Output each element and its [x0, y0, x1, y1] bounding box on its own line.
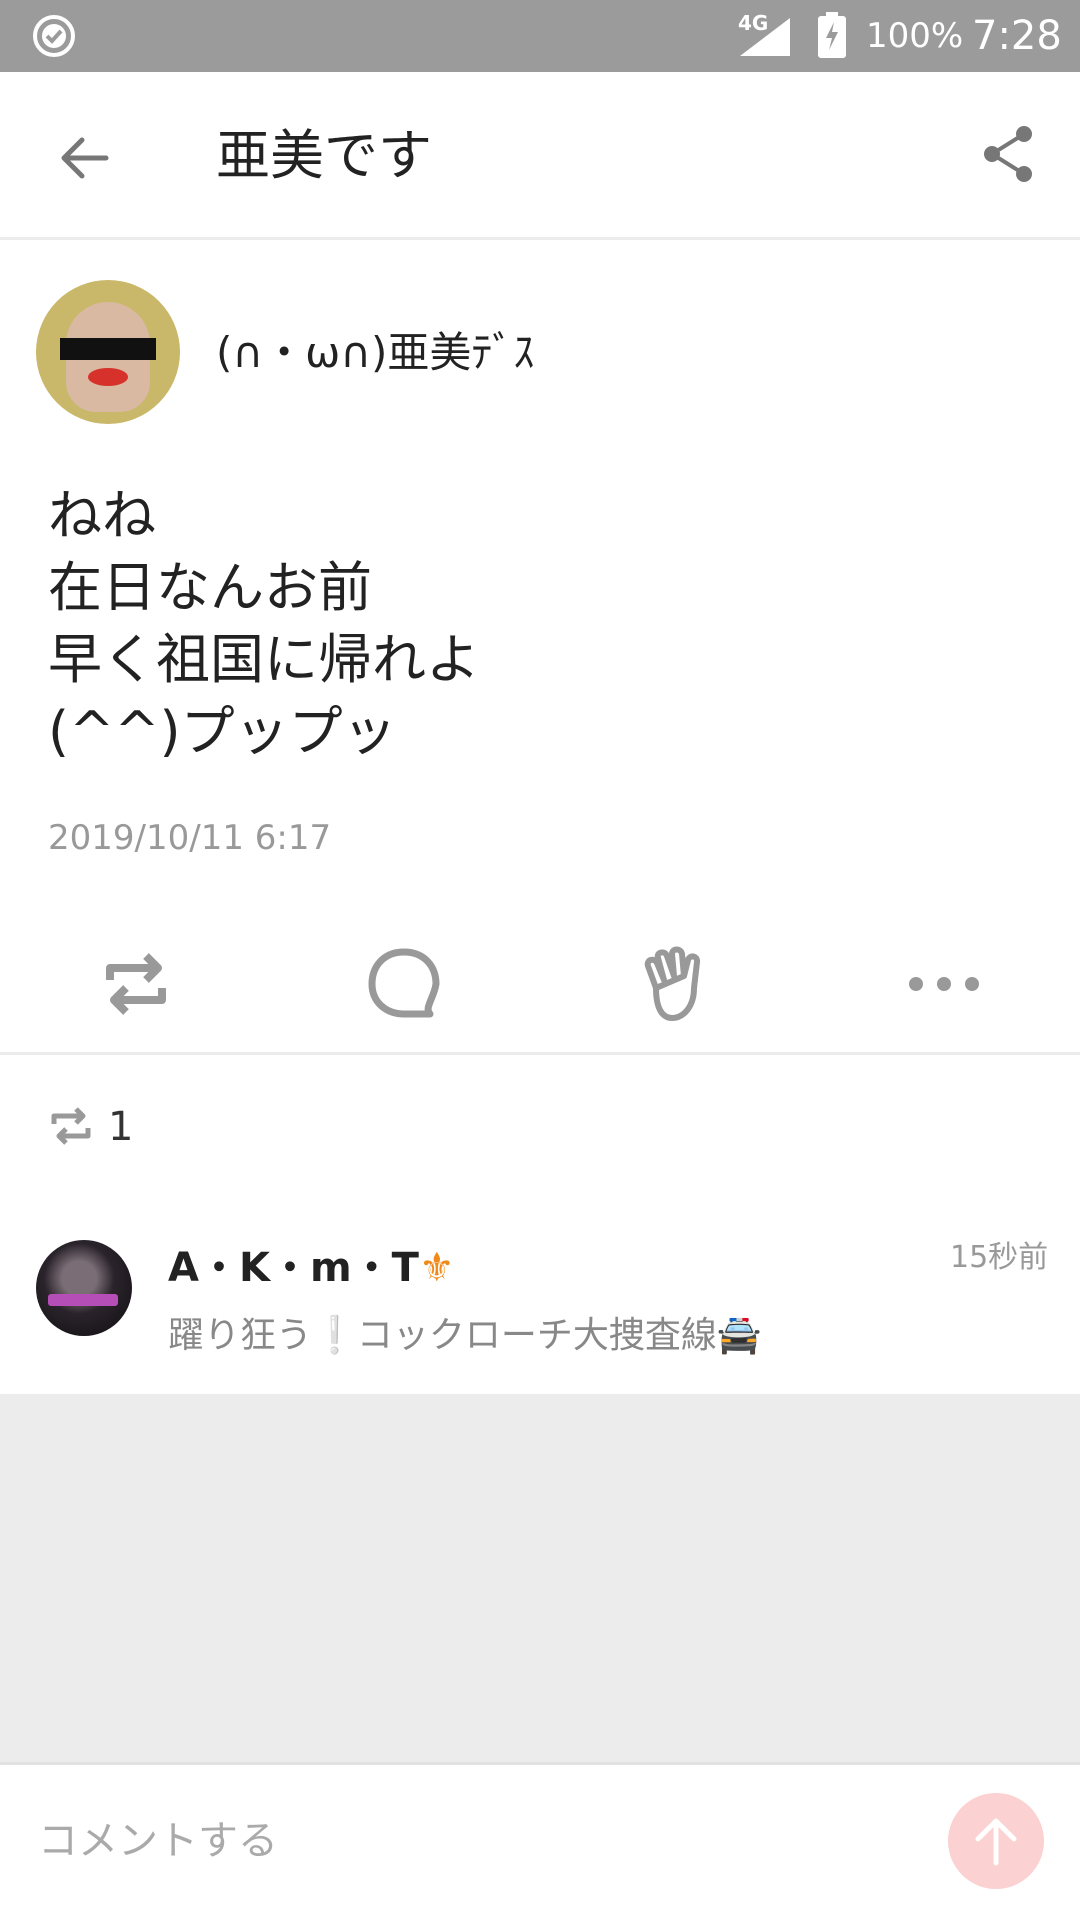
- author-name[interactable]: (∩・ω∩)亜美ﾃﾞｽ: [216, 326, 534, 380]
- repost-small-icon: [51, 1107, 91, 1145]
- post-line: (^^)プップッ: [48, 700, 397, 763]
- share-icon[interactable]: [980, 124, 1036, 184]
- empty-area: [0, 1394, 1080, 1762]
- clap-icon[interactable]: [636, 944, 716, 1024]
- commenter-name-text: A・K・m・T: [168, 1245, 419, 1291]
- comment-icon[interactable]: [364, 944, 444, 1024]
- author-avatar[interactable]: [36, 280, 180, 424]
- post-line: ねね: [48, 484, 156, 547]
- list-item[interactable]: A・K・m・T⚜ 15秒前 躍り狂う❕コックローチ大捜査線🚔: [0, 1226, 1080, 1394]
- commenter-avatar[interactable]: [36, 1240, 132, 1336]
- post-line: 早く祖国に帰れよ: [48, 628, 480, 691]
- battery-percent: 100%: [866, 16, 964, 56]
- avatar-lips: [88, 368, 128, 386]
- post-timestamp: 2019/10/11 6:17: [48, 818, 332, 858]
- comment-text: 躍り狂う❕コックローチ大捜査線🚔: [168, 1315, 762, 1356]
- avatar-caption-strip: [48, 1294, 118, 1306]
- send-button[interactable]: [948, 1793, 1044, 1889]
- divider: [0, 1052, 1080, 1055]
- fleur-de-lis-icon: ⚜: [418, 1245, 455, 1291]
- signal-icon: [740, 18, 790, 56]
- status-bar: 4G 100% 7:28: [0, 0, 1080, 72]
- comment-bar: [0, 1762, 1080, 1920]
- commenter-name[interactable]: A・K・m・T⚜: [168, 1240, 455, 1296]
- page-title: 亜美です: [216, 124, 432, 187]
- battery-charging-icon: [818, 12, 846, 58]
- more-icon[interactable]: [904, 944, 984, 1024]
- clock: 7:28: [972, 13, 1062, 59]
- app-bar: 亜美です: [0, 72, 1080, 240]
- check-circle-icon: [33, 15, 75, 57]
- comment-time: 15秒前: [950, 1240, 1049, 1275]
- back-arrow-icon[interactable]: [54, 128, 114, 188]
- repost-count-value: 1: [108, 1104, 134, 1150]
- avatar-eye-bar: [60, 338, 156, 360]
- post-body: ねね 在日なんお前 早く祖国に帰れよ (^^)プップッ: [48, 480, 480, 768]
- repost-icon[interactable]: [96, 944, 176, 1024]
- arrow-up-icon: [975, 1818, 1017, 1866]
- comment-input[interactable]: [36, 1805, 900, 1877]
- post-line: 在日なんお前: [48, 556, 372, 619]
